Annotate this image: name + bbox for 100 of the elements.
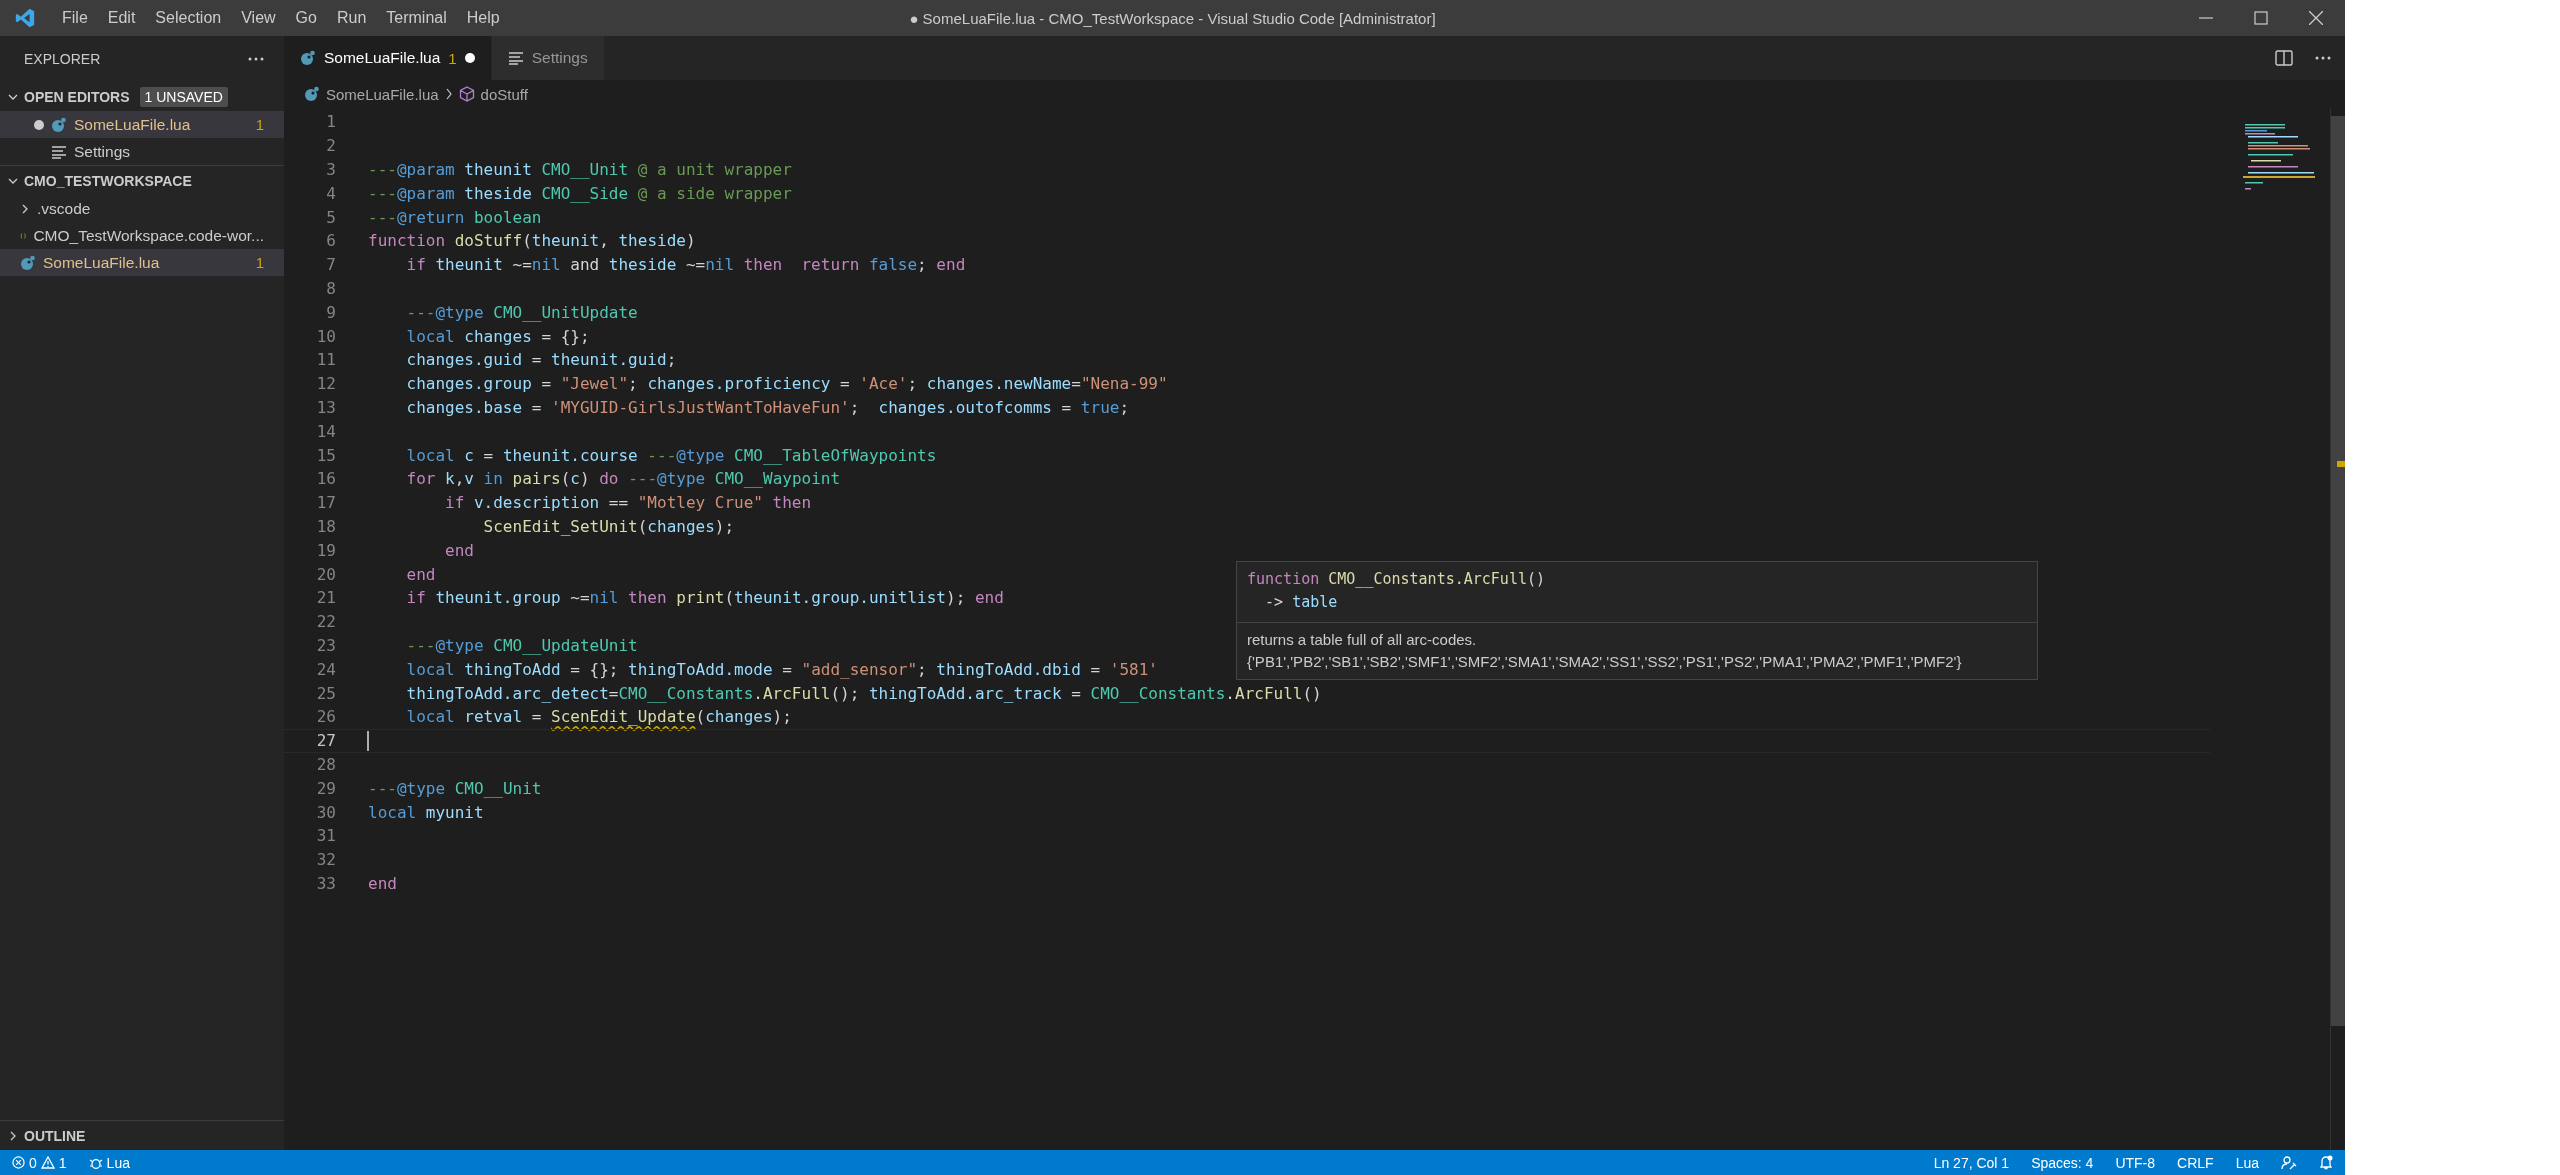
line-number: 31 (315, 826, 336, 846)
lua-file-icon (304, 86, 320, 102)
status-item[interactable]: CRLF (2177, 1154, 2214, 1171)
code-line: ---@type CMO__UnitUpdate (405, 302, 638, 322)
code-line: end (444, 540, 474, 560)
breadcrumb-item[interactable]: doStuff (480, 85, 528, 103)
section-title: OPEN EDITORS (24, 88, 130, 105)
code-line: ---@return boolean (368, 207, 542, 227)
language-label: Lua (106, 1154, 130, 1171)
unsaved-count-badge: 1 UNSAVED (139, 86, 228, 107)
explorer-item[interactable]: SomeLuaFile.lua 1 (0, 111, 284, 138)
line-number: 20 (315, 564, 336, 584)
problems-status[interactable]: 0 1 (12, 1154, 67, 1171)
warning-count: 1 (58, 1154, 67, 1171)
code-line: local changes = {}; (405, 326, 590, 346)
chevron-icon (444, 88, 453, 100)
file-name: SomeLuaFile.lua (74, 115, 192, 134)
status-item[interactable]: UTF-8 (2115, 1154, 2156, 1171)
line-number: 21 (315, 588, 336, 608)
file-name: Settings (74, 142, 131, 161)
line-number: 30 (315, 802, 336, 822)
language-status[interactable]: Lua (88, 1154, 130, 1171)
line-number: 19 (315, 540, 336, 560)
code-line: local retval = ScenEdit_Update(changes); (405, 707, 792, 727)
section-header[interactable]: OPEN EDITORS 1 UNSAVED (0, 82, 284, 111)
line-number: 1 (325, 112, 336, 132)
more-icon[interactable] (2315, 56, 2331, 60)
line-number: 14 (315, 421, 336, 441)
code-line: changes.group = "Jewel"; changes.proficiency = 'Ace'; changes.newName="Nena-99" (405, 374, 1168, 394)
line-number: 28 (315, 754, 336, 774)
app-logo-icon (14, 7, 36, 29)
warning-icon (40, 1156, 55, 1169)
line-number: 23 (315, 635, 336, 655)
feedback-icon[interactable] (2281, 1154, 2297, 1171)
section-header[interactable]: CMO_TESTWORKSPACE (0, 165, 284, 195)
line-number: 2 (325, 136, 336, 156)
maximize-icon[interactable] (2254, 11, 2268, 25)
menu-item[interactable]: View (231, 0, 286, 36)
status-item[interactable]: Lua (2235, 1154, 2259, 1171)
code-line: if v.description == "Motley Crue" then (444, 493, 812, 513)
menu-item[interactable]: Run (326, 0, 377, 36)
line-number: 7 (325, 255, 336, 275)
window-title: ● SomeLuaFile.lua - CMO_TestWorkspace - Visual Studio Code [Administrator] (909, 9, 1436, 27)
menu-item[interactable]: Terminal (376, 0, 457, 36)
explorer-item[interactable]: .vscode (0, 195, 284, 222)
code-line: local thingToAdd = {}; thingToAdd.mode = "add_sensor"; thingToAdd.dbid = '581' (405, 659, 1158, 679)
line-number: 17 (315, 493, 336, 513)
lua-file-icon (300, 50, 316, 66)
menu-item[interactable]: Edit (97, 0, 146, 36)
code-line: ScenEdit_SetUnit(changes); (482, 516, 735, 536)
scrollbar[interactable] (2330, 108, 2345, 1150)
lua-file-icon (51, 116, 67, 133)
bell-icon[interactable] (2319, 1154, 2333, 1171)
line-number: 4 (325, 183, 336, 203)
explorer-item[interactable]: Settings (0, 138, 284, 165)
code-line: ---@param theside CMO__Side @ a side wrapper (368, 183, 792, 203)
line-number: 9 (325, 302, 336, 322)
section-title: CMO_TESTWORKSPACE (24, 172, 192, 189)
line-number: 29 (315, 778, 336, 798)
breadcrumb-item[interactable]: SomeLuaFile.lua (326, 85, 439, 103)
explorer-item[interactable]: SomeLuaFile.lua 1 (0, 249, 284, 276)
editor-tab[interactable]: Settings (491, 36, 605, 80)
line-number: 25 (315, 683, 336, 703)
code-line: end (368, 873, 397, 893)
code-line: local c = theunit.course ---@type CMO__TableOfWaypoints (405, 445, 937, 465)
explorer-item[interactable]: CMO_TestWorkspace.code-wor... (0, 222, 284, 249)
code-line: end (405, 564, 436, 584)
settings-list-icon (51, 144, 67, 159)
close-icon[interactable] (2309, 11, 2323, 25)
split-editor-icon[interactable] (2275, 50, 2293, 66)
line-number: 18 (315, 516, 336, 536)
menu-item[interactable]: Selection (145, 0, 232, 36)
menu-item[interactable]: Help (456, 0, 510, 36)
error-count: 0 (29, 1154, 37, 1171)
file-name: SomeLuaFile.lua (43, 253, 161, 272)
error-icon (12, 1156, 25, 1169)
line-number: 32 (315, 850, 336, 870)
line-number: 11 (315, 350, 336, 370)
code-line: if theunit.group ~=nil then print(theunit.group.unitlist); end (405, 588, 1004, 608)
editor-tab[interactable]: SomeLuaFile.lua 1 (284, 36, 492, 80)
code-line: if theunit ~=nil and theside ~=nil then return false; end (405, 255, 966, 275)
status-item[interactable]: Spaces: 4 (2031, 1154, 2094, 1171)
line-number: 24 (315, 659, 336, 679)
code-line: thingToAdd.arc_detect=CMO__Constants.ArcFull(); thingToAdd.arc_track = CMO__Constants.ArcFull() (405, 683, 1322, 703)
code-line: ---@type CMO__Unit (368, 778, 542, 798)
doc-text: {'PB1','PB2','SB1','SB2','SMF1','SMF2','SMA1','SMA2','SS1','SS2','PS1','PS2','PMA1','PMA2','PMF1','PMF2'} (1247, 652, 1963, 672)
file-name: .vscode (37, 199, 92, 218)
line-number: 6 (325, 231, 336, 251)
status-item[interactable]: Ln 27, Col 1 (1933, 1154, 2010, 1171)
line-number: 15 (315, 445, 336, 465)
menu-item[interactable]: Go (285, 0, 327, 36)
code-line: changes.base = 'MYGUID-GirlsJustWantToHaveFun'; changes.outofcomms = true; (405, 397, 1130, 417)
problem-count: 1 (255, 116, 264, 133)
more-icon[interactable] (248, 57, 264, 61)
code-line: changes.guid = theunit.guid; (405, 350, 677, 370)
line-number: 10 (315, 326, 336, 346)
menu-item[interactable]: File (52, 0, 98, 36)
code-line: ---@param theunit CMO__Unit @ a unit wrapper (368, 160, 792, 179)
line-number: 16 (315, 469, 336, 489)
problem-count: 1 (448, 49, 457, 67)
